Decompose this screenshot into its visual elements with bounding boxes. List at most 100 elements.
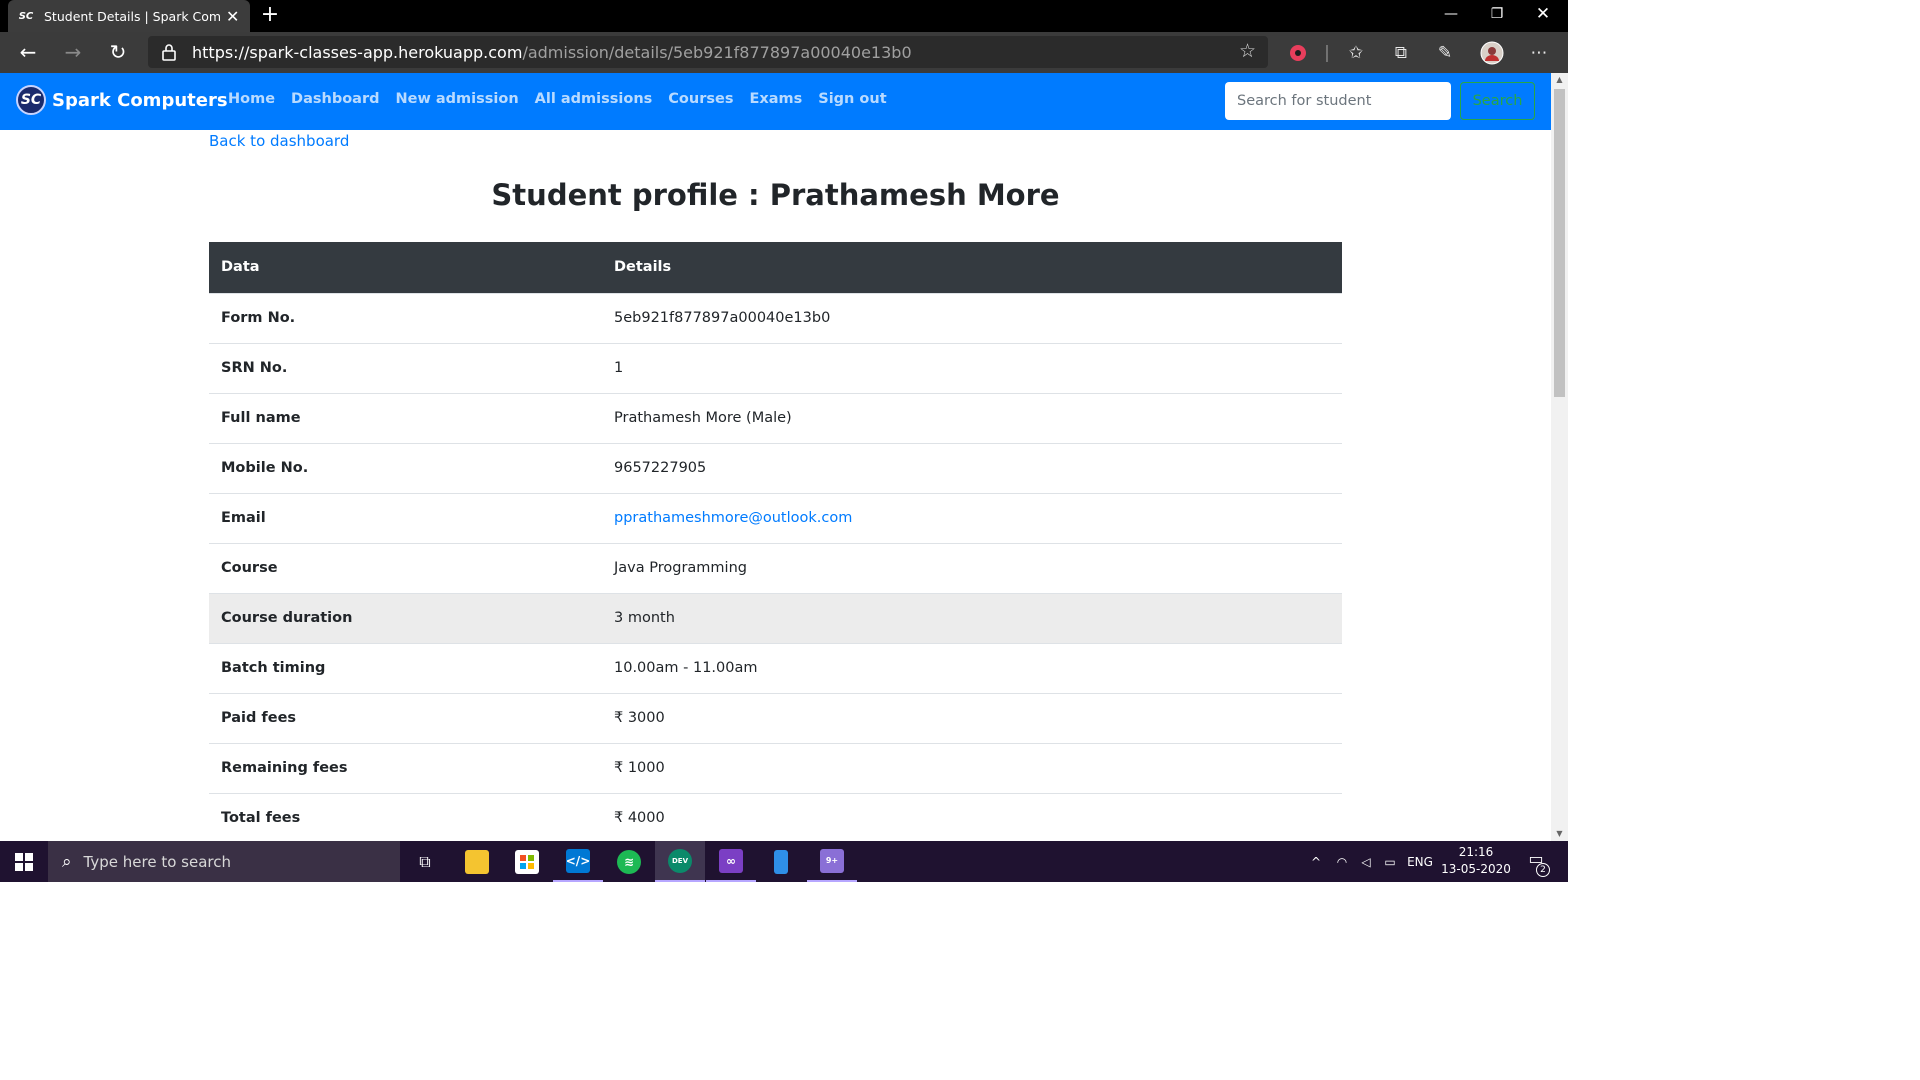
table-row: Form No. 5eb921f877897a00040e13b0: [209, 292, 1342, 343]
battery-icon[interactable]: ▭: [1378, 841, 1402, 882]
nav-link-sign-out[interactable]: Sign out: [818, 91, 886, 107]
favorite-star-icon[interactable]: ☆: [1239, 40, 1256, 62]
lock-icon: [162, 44, 176, 61]
table-row: Course duration 3 month: [209, 592, 1342, 643]
new-tab-icon[interactable]: +: [258, 4, 282, 26]
nav-link-home[interactable]: Home: [228, 91, 275, 107]
column-header-data: Data: [209, 242, 602, 293]
column-header-details: Details: [602, 242, 1342, 293]
row-label: SRN No.: [209, 342, 602, 393]
row-label: Form No.: [209, 292, 602, 343]
table-row: Batch timing 10.00am - 11.00am: [209, 642, 1342, 693]
scroll-down-icon[interactable]: ▼: [1551, 827, 1568, 841]
collections-icon[interactable]: ⧉: [1388, 40, 1414, 66]
wifi-icon[interactable]: ◠: [1330, 841, 1354, 882]
tab-title: Student Details | Spark Compute: [44, 8, 220, 24]
extension-icon[interactable]: [1285, 40, 1311, 66]
restore-icon[interactable]: ❐: [1474, 0, 1520, 28]
volume-icon[interactable]: ◁: [1354, 841, 1378, 882]
mail-badge: 9+: [820, 848, 844, 873]
file-explorer-icon[interactable]: [452, 841, 502, 882]
back-to-dashboard-link[interactable]: Back to dashboard: [209, 132, 349, 150]
close-tab-icon[interactable]: ✕: [226, 7, 239, 26]
phone-app-icon[interactable]: [756, 841, 806, 882]
url-text: https://spark-classes-app.herokuapp.com/…: [192, 43, 912, 62]
more-menu-icon[interactable]: ⋯: [1526, 40, 1552, 66]
student-search-input[interactable]: [1225, 82, 1451, 120]
student-profile-table: Data Details Form No. 5eb921f877897a0004…: [209, 242, 1342, 843]
store-icon[interactable]: [502, 841, 552, 882]
taskbar-search-placeholder: Type here to search: [83, 852, 231, 871]
row-label: Email: [209, 492, 602, 543]
address-bar[interactable]: https://spark-classes-app.herokuapp.com/…: [148, 36, 1268, 68]
nav-link-exams[interactable]: Exams: [749, 91, 802, 107]
email-link[interactable]: pprathameshmore@outlook.com: [614, 510, 852, 526]
table-row: SRN No. 1: [209, 342, 1342, 393]
row-label: Full name: [209, 392, 602, 443]
windows-logo-icon: [15, 852, 33, 871]
row-label: Course: [209, 542, 602, 593]
table-header-row: Data Details: [209, 242, 1342, 293]
clock[interactable]: 21:16 13-05-2020: [1438, 844, 1514, 878]
row-label: Course duration: [209, 592, 602, 643]
scroll-thumb[interactable]: [1554, 89, 1565, 397]
row-label: Paid fees: [209, 692, 602, 743]
table-row: Paid fees ₹ 3000: [209, 692, 1342, 743]
vscode-icon[interactable]: </>: [553, 841, 603, 882]
minimize-icon[interactable]: —: [1428, 0, 1474, 28]
edge-dev-icon[interactable]: DEV: [655, 841, 705, 882]
mail-icon[interactable]: 9+: [807, 841, 857, 882]
start-button[interactable]: [0, 841, 48, 882]
feedback-icon[interactable]: ✎: [1432, 40, 1458, 66]
search-button[interactable]: Search: [1460, 82, 1535, 120]
nav-links: Home Dashboard New admission All admissi…: [228, 91, 903, 107]
edge-dev-badge: DEV: [668, 848, 692, 873]
brand[interactable]: SC Spark Computers: [16, 85, 228, 115]
toolbar-divider: |: [1324, 43, 1330, 63]
windows-taskbar: ⌕ Type here to search ⧉ </> ≋ DEV ∞ 9+ ^…: [0, 841, 1568, 882]
favorites-icon[interactable]: ✩: [1343, 40, 1369, 66]
page-scrollbar[interactable]: ▲ ▼: [1551, 73, 1568, 841]
row-value: pprathameshmore@outlook.com: [602, 492, 1342, 543]
scroll-up-icon[interactable]: ▲: [1551, 73, 1568, 87]
spotify-icon[interactable]: ≋: [604, 841, 654, 882]
row-value: 1: [602, 342, 1342, 393]
clock-date: 13-05-2020: [1441, 862, 1511, 876]
sc-favicon-icon: SC: [18, 10, 34, 22]
table-row: Email pprathameshmore@outlook.com: [209, 492, 1342, 543]
search-icon: ⌕: [62, 851, 72, 872]
task-view-icon[interactable]: ⧉: [400, 841, 450, 882]
language-indicator[interactable]: ENG: [1402, 841, 1438, 882]
row-value: ₹ 1000: [602, 742, 1342, 793]
tray-chevron-up-icon[interactable]: ^: [1304, 841, 1328, 882]
nav-link-all-admissions[interactable]: All admissions: [535, 91, 653, 107]
row-value: ₹ 4000: [602, 792, 1342, 843]
visual-studio-icon[interactable]: ∞: [706, 841, 756, 882]
url-host: https://spark-classes-app.herokuapp.com: [192, 43, 523, 62]
row-label: Batch timing: [209, 642, 602, 693]
row-value: 5eb921f877897a00040e13b0: [602, 292, 1342, 343]
spark-logo-icon: SC: [16, 85, 46, 115]
nav-link-new-admission[interactable]: New admission: [395, 91, 518, 107]
row-label: Remaining fees: [209, 742, 602, 793]
nav-link-dashboard[interactable]: Dashboard: [291, 91, 379, 107]
clock-time: 21:16: [1458, 845, 1494, 859]
forward-arrow-icon[interactable]: →: [59, 40, 87, 64]
page-title: Student profile : Prathamesh More: [491, 178, 1060, 212]
refresh-icon[interactable]: ↻: [104, 40, 132, 64]
table-row: Mobile No. 9657227905: [209, 442, 1342, 493]
brand-name: Spark Computers: [52, 89, 228, 111]
row-label: Mobile No.: [209, 442, 602, 493]
browser-tab-active[interactable]: SC Student Details | Spark Compute ✕: [8, 0, 250, 32]
close-window-icon[interactable]: ✕: [1520, 0, 1566, 28]
row-value: 10.00am - 11.00am: [602, 642, 1342, 693]
back-arrow-icon[interactable]: ←: [14, 40, 42, 64]
nav-link-courses[interactable]: Courses: [668, 91, 733, 107]
taskbar-search[interactable]: ⌕ Type here to search: [48, 841, 400, 882]
profile-avatar[interactable]: [1479, 40, 1505, 66]
row-value: 9657227905: [602, 442, 1342, 493]
table-row: Remaining fees ₹ 1000: [209, 742, 1342, 793]
notification-center-icon[interactable]: ▭ 2: [1522, 849, 1550, 877]
row-value: 3 month: [602, 592, 1342, 643]
row-value: Prathamesh More (Male): [602, 392, 1342, 443]
